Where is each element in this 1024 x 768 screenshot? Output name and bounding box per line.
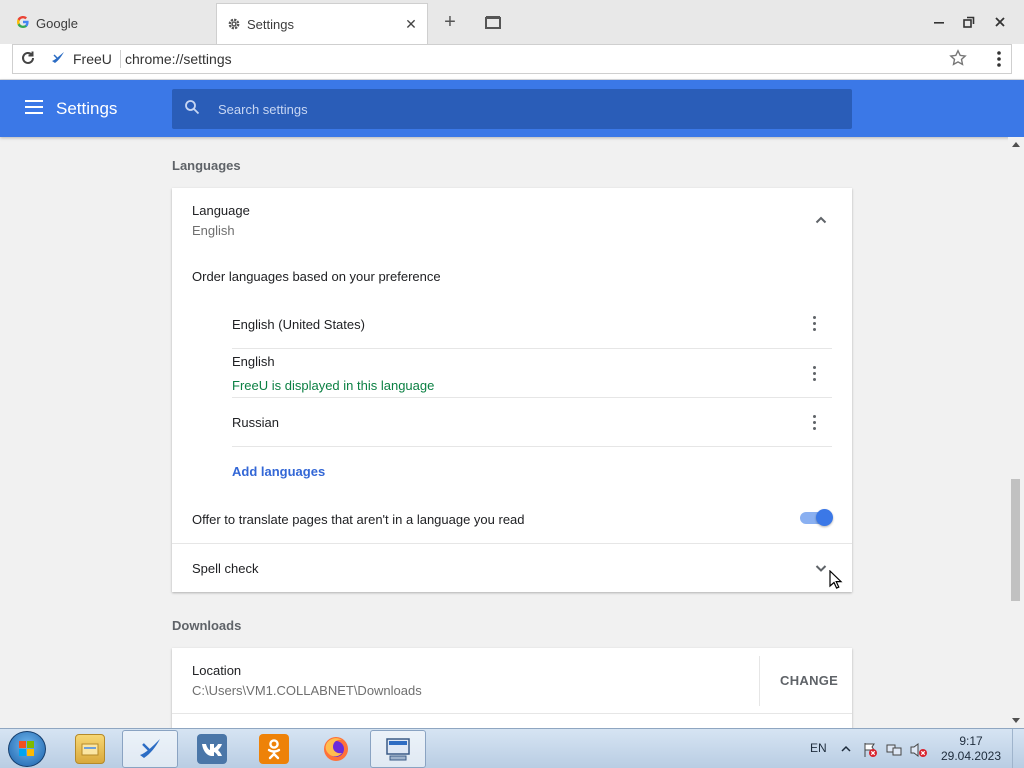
search-icon: [184, 99, 202, 117]
language-label: Language: [192, 203, 250, 218]
spell-check-row[interactable]: Spell check: [172, 544, 852, 592]
search-input[interactable]: [218, 89, 818, 129]
languages-section-title: Languages: [172, 158, 241, 173]
site-chip[interactable]: FreeU: [51, 50, 121, 68]
more-options-icon[interactable]: [812, 316, 816, 332]
more-options-icon[interactable]: [812, 415, 816, 431]
tab-settings[interactable]: Settings ✕: [216, 3, 428, 44]
search-box[interactable]: [172, 89, 852, 129]
taskbar-odnoklassniki-button[interactable]: [246, 730, 302, 768]
tab-overview-icon[interactable]: [481, 10, 505, 34]
menu-icon[interactable]: [25, 100, 43, 114]
chevron-down-icon[interactable]: [813, 560, 829, 576]
remote-desktop-icon: [383, 734, 413, 764]
taskbar-explorer-button[interactable]: [62, 730, 118, 768]
clock-date: 29.04.2023: [940, 749, 1002, 763]
list-item: Russian: [232, 398, 832, 446]
tab-google[interactable]: Google: [0, 3, 216, 44]
keyboard-language-indicator[interactable]: EN: [810, 741, 827, 755]
list-item: English FreeU is displayed in this langu…: [232, 349, 832, 397]
language-item-name: Russian: [232, 415, 279, 430]
list-item: English (United States): [232, 300, 832, 348]
mouse-cursor-icon: [829, 569, 843, 590]
taskbar-vk-button[interactable]: [184, 730, 240, 768]
add-languages-link[interactable]: Add languages: [232, 464, 325, 479]
taskbar: EN 9:17 29.04.2023: [0, 728, 1024, 768]
freeu-logo-icon: [51, 51, 65, 68]
tab-title: Settings: [247, 16, 294, 32]
settings-header: Settings: [0, 80, 1024, 137]
change-location-button[interactable]: CHANGE: [780, 673, 838, 688]
show-hidden-icons-icon[interactable]: [840, 742, 854, 756]
tab-strip: Google Settings ✕ +: [0, 0, 1024, 44]
show-desktop-button[interactable]: [1012, 729, 1024, 768]
scroll-thumb[interactable]: [1011, 479, 1020, 601]
close-tab-icon[interactable]: ✕: [403, 15, 419, 33]
google-icon: [16, 15, 30, 32]
new-tab-button[interactable]: +: [438, 10, 462, 34]
restore-button[interactable]: [957, 10, 981, 34]
browser-menu-icon[interactable]: [997, 50, 1001, 71]
settings-content: Languages Language English Order languag…: [0, 137, 1008, 728]
action-center-icon[interactable]: [862, 742, 877, 757]
languages-card: Language English Order languages based o…: [172, 188, 852, 592]
vk-icon: [197, 734, 227, 764]
taskbar-remote-desktop-button[interactable]: [370, 730, 426, 768]
clock-time: 9:17: [959, 734, 983, 748]
chevron-up-icon[interactable]: [813, 212, 829, 228]
clock[interactable]: 9:17 29.04.2023: [940, 734, 1002, 764]
explorer-icon: [75, 734, 105, 764]
more-options-icon[interactable]: [812, 366, 816, 382]
language-item-name: English (United States): [232, 317, 365, 332]
close-window-button[interactable]: [988, 10, 1012, 34]
volume-icon[interactable]: [910, 742, 927, 757]
odnoklassniki-icon: [259, 734, 289, 764]
taskbar-freeu-button[interactable]: [122, 730, 178, 768]
language-item-name: English: [232, 354, 275, 369]
location-path: C:\Users\VM1.COLLABNET\Downloads: [192, 683, 422, 698]
freeu-icon: [135, 734, 165, 764]
divider: [759, 656, 760, 706]
location-label: Location: [192, 663, 242, 678]
downloads-card: Location C:\Users\VM1.COLLABNET\Download…: [172, 648, 852, 728]
tab-title: Google: [36, 16, 78, 31]
minimize-button[interactable]: [927, 10, 951, 34]
windows-logo-icon: [19, 741, 35, 757]
start-button[interactable]: [8, 731, 46, 767]
translate-label: Offer to translate pages that aren't in …: [192, 512, 525, 527]
site-name: FreeU: [73, 51, 112, 67]
firefox-icon: [321, 734, 351, 764]
downloads-section-title: Downloads: [172, 618, 242, 633]
language-value: English: [192, 223, 235, 238]
browser-toolbar: FreeU chrome://settings: [0, 44, 1024, 80]
divider: [172, 713, 852, 714]
gear-icon: [227, 17, 241, 31]
reload-icon[interactable]: [20, 50, 38, 68]
display-language-note: FreeU is displayed in this language: [232, 378, 435, 393]
page-title: Settings: [56, 99, 118, 118]
divider: [232, 446, 832, 447]
scroll-down-icon[interactable]: [1012, 718, 1020, 723]
url-text[interactable]: chrome://settings: [125, 51, 232, 67]
bookmark-star-icon[interactable]: [949, 49, 967, 72]
order-languages-label: Order languages based on your preference: [192, 269, 441, 284]
scroll-up-icon[interactable]: [1012, 142, 1020, 147]
language-expander-row[interactable]: Language English: [172, 188, 852, 250]
translate-toggle[interactable]: [800, 509, 833, 526]
address-bar[interactable]: FreeU chrome://settings: [12, 44, 1012, 74]
network-icon[interactable]: [886, 742, 902, 756]
taskbar-firefox-button[interactable]: [308, 730, 364, 768]
page-scrollbar[interactable]: [1008, 137, 1024, 728]
spell-check-label: Spell check: [192, 561, 259, 576]
